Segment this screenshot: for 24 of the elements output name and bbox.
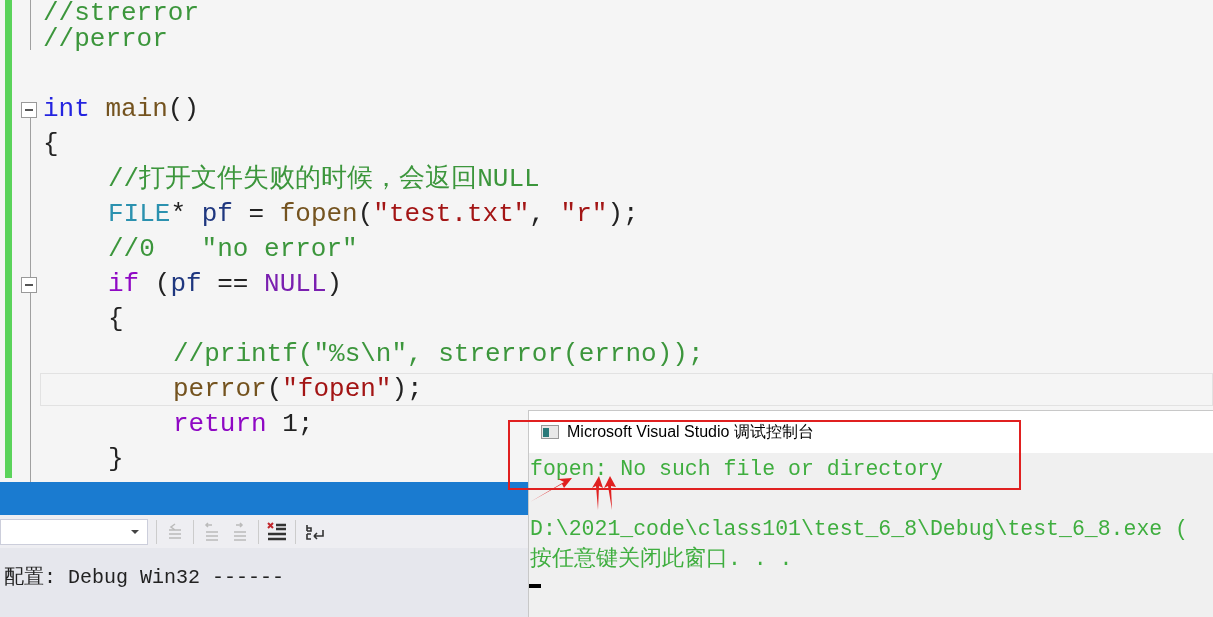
- code-line: //0 "no error": [108, 234, 358, 264]
- code-line: perror("fopen");: [173, 374, 423, 404]
- code-line: FILE* pf = fopen("test.txt", "r");: [108, 199, 639, 229]
- code-line: {: [108, 304, 124, 334]
- caret-icon: [131, 529, 139, 534]
- clear-all-icon[interactable]: [267, 520, 287, 543]
- code-line: if (pf == NULL): [108, 269, 343, 299]
- collapse-toggle[interactable]: [21, 102, 37, 118]
- minus-icon: [25, 284, 33, 286]
- code-line: //printf("%s\n", strerror(errno));: [173, 339, 704, 369]
- console-line: 按任意键关闭此窗口. . .: [530, 547, 793, 571]
- window-title: Microsoft Visual Studio 调试控制台: [567, 422, 814, 442]
- code-line: }: [108, 444, 124, 474]
- console-line: fopen: No such file or directory: [530, 457, 943, 481]
- collapse-toggle[interactable]: [21, 277, 37, 293]
- code-line: return 1;: [173, 409, 314, 439]
- console-cursor: [529, 584, 541, 588]
- console-app-icon: [541, 425, 559, 439]
- code-line: int main(): [43, 94, 200, 124]
- minus-icon: [25, 109, 33, 111]
- code-line: {: [43, 129, 59, 159]
- console-line: D:\2021_code\class101\test_6_8\Debug\test_6_8.exe (: [530, 517, 1188, 541]
- output-text: 配置: Debug Win32 ------: [4, 566, 285, 589]
- code-line: //打开文件失败的时候，会返回NULL: [108, 164, 540, 194]
